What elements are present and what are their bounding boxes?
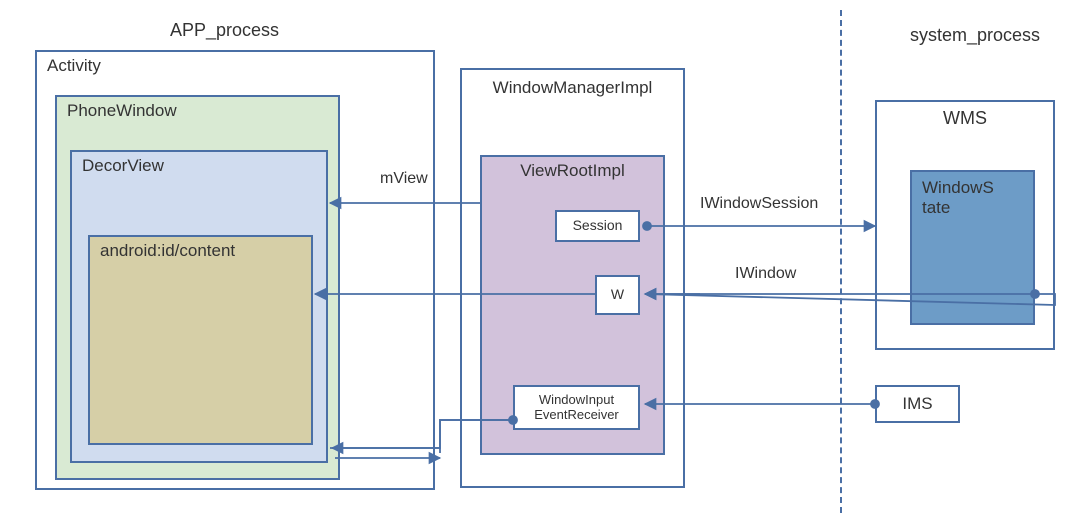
- iwindow-connector-label: IWindow: [735, 265, 796, 283]
- view-root-impl-label: ViewRootImpl: [482, 161, 663, 181]
- wms-label: WMS: [877, 108, 1053, 129]
- process-divider-line: [840, 10, 842, 513]
- window-input-event-receiver-box: WindowInput EventReceiver: [513, 385, 640, 430]
- mview-connector-label: mView: [380, 170, 428, 188]
- activity-label: Activity: [47, 56, 101, 76]
- content-label: android:id/content: [100, 241, 235, 261]
- session-box: Session: [555, 210, 640, 242]
- phone-window-label: PhoneWindow: [67, 101, 177, 121]
- decor-view-label: DecorView: [82, 156, 164, 176]
- content-box: android:id/content: [88, 235, 313, 445]
- session-label: Session: [573, 218, 623, 233]
- w-label: W: [611, 287, 624, 302]
- window-input-event-receiver-label: WindowInput EventReceiver: [534, 393, 619, 422]
- system-process-label: system_process: [910, 25, 1040, 46]
- w-box: W: [595, 275, 640, 315]
- window-manager-impl-label: WindowManagerImpl: [462, 78, 683, 98]
- ims-label: IMS: [902, 395, 932, 414]
- ims-box: IMS: [875, 385, 960, 423]
- app-process-label: APP_process: [170, 20, 279, 41]
- window-state-label: WindowS tate: [922, 178, 1027, 218]
- iwindowsession-connector-label: IWindowSession: [700, 195, 818, 213]
- window-state-box: WindowS tate: [910, 170, 1035, 325]
